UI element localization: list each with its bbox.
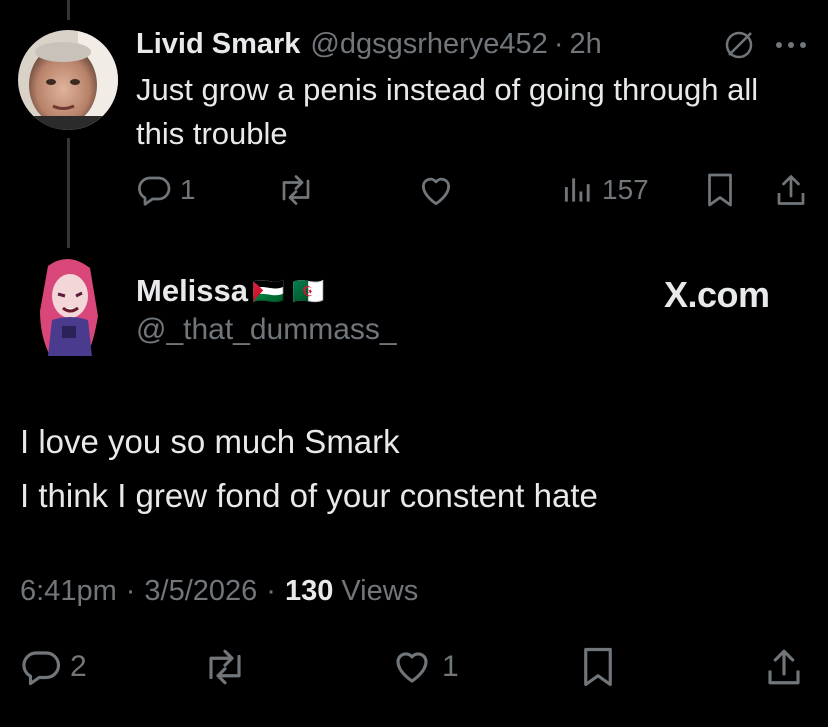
tweet-date[interactable]: 3/5/2026	[144, 575, 257, 608]
views-icon	[562, 172, 594, 208]
main-bookmark-icon[interactable]	[580, 646, 616, 688]
reply-views-action[interactable]: 157	[562, 172, 649, 208]
main-like-icon	[390, 646, 434, 688]
flag-palestine-icon: 🇵🇸	[252, 275, 285, 306]
thread-line-top	[67, 0, 70, 20]
main-text-line-2: I think I grew fond of your constent hat…	[20, 477, 598, 514]
main-text-line-1: I love you so much Smark	[20, 423, 400, 460]
like-icon[interactable]	[416, 172, 456, 210]
reply-text: Just grow a penis instead of going throu…	[136, 72, 759, 151]
reply-author-name[interactable]: Livid Smark	[136, 28, 300, 61]
main-share-icon[interactable]	[764, 646, 804, 688]
bookmark-icon[interactable]	[704, 172, 736, 208]
main-reply-count: 2	[70, 650, 87, 683]
main-like-action[interactable]: 1	[390, 646, 459, 688]
main-reply-icon	[20, 646, 62, 688]
retweet-icon[interactable]	[276, 172, 316, 208]
reply-separator: ·	[553, 27, 564, 60]
main-like-count: 1	[442, 650, 459, 683]
meta-separator-2: ·	[266, 575, 276, 607]
reply-time[interactable]: 2h	[570, 28, 602, 61]
more-icon[interactable]	[774, 40, 808, 50]
main-author-name[interactable]: Melissa	[136, 273, 248, 309]
share-icon[interactable]	[774, 172, 808, 208]
main-reply-action[interactable]: 2	[20, 646, 87, 688]
avatar-melissa[interactable]	[18, 256, 118, 356]
thread-line-bottom	[67, 138, 70, 248]
views-count: 130	[284, 575, 334, 607]
reply-reply-action[interactable]: 1	[136, 172, 196, 208]
main-retweet-icon[interactable]	[202, 646, 248, 688]
meta-separator-1: ·	[125, 575, 136, 607]
views-label: Views	[341, 575, 419, 607]
reply-icon	[136, 172, 172, 208]
reply-handle[interactable]: @dgsgsrherye452	[310, 28, 547, 61]
block-icon[interactable]	[722, 28, 756, 62]
tweet-time[interactable]: 6:41pm	[20, 575, 117, 608]
main-handle[interactable]: @_that_dummass_	[136, 313, 397, 347]
reply-header: Livid Smark @dgsgsrherye452 · 2h	[136, 26, 602, 62]
flag-algeria-icon: 🇩🇿	[292, 275, 325, 306]
reply-views-count: 157	[602, 174, 649, 205]
avatar-livid-smark[interactable]	[18, 30, 118, 130]
main-author-row: Melissa 🇵🇸 🇩🇿	[136, 272, 325, 310]
tweet-meta: 6:41pm · 3/5/2026 · 130 Views	[20, 575, 418, 608]
reply-reply-count: 1	[180, 174, 196, 205]
x-com-watermark: X.com	[664, 274, 770, 315]
